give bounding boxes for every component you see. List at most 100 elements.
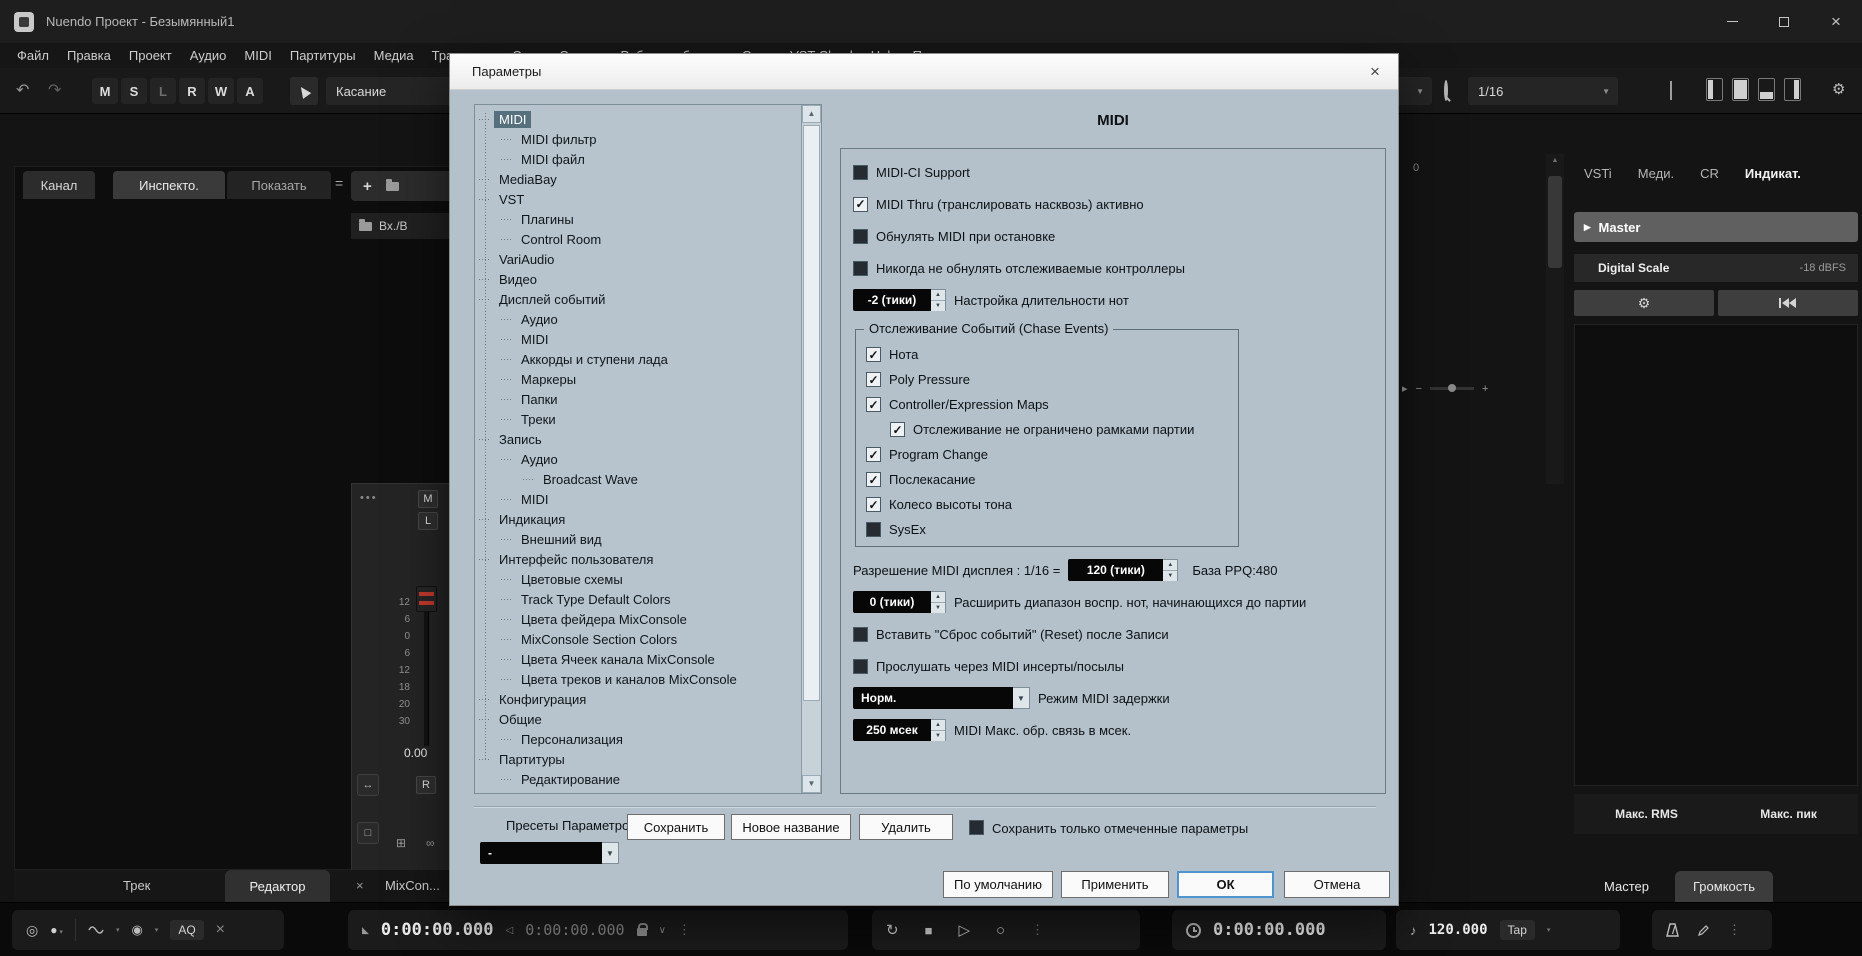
tree-item[interactable]: Track Type Default Colors — [475, 589, 801, 609]
tree-item[interactable]: MixConsole Section Colors — [475, 629, 801, 649]
tree-item[interactable]: Интерфейс пользователя — [475, 549, 801, 569]
scroll-down-button[interactable]: ▼ — [802, 775, 821, 793]
spinner-value[interactable]: -2 (тики) — [853, 289, 931, 311]
zoom-preset-icon[interactable]: ▸ — [1402, 382, 1408, 395]
tree-item[interactable]: Персонализация — [475, 729, 801, 749]
toolbar-letter-button[interactable]: M — [92, 78, 118, 104]
stop-button[interactable]: ■ — [925, 923, 933, 938]
tree-item[interactable]: VST — [475, 189, 801, 209]
zoom-slider[interactable] — [1429, 384, 1474, 392]
spinner-value[interactable]: 0 (тики) — [853, 591, 931, 613]
quantize-magnifier-icon[interactable] — [1444, 80, 1448, 101]
checkbox[interactable] — [853, 196, 868, 212]
locator-left-icon[interactable]: ◣ — [362, 925, 369, 936]
right-bottom-tab[interactable]: Громкость — [1674, 871, 1773, 902]
record-mode-icon[interactable]: ● ▾ — [50, 923, 63, 937]
undo-icon[interactable]: ↶ — [16, 80, 29, 100]
master-channel-header[interactable]: ▸ Master — [1574, 212, 1858, 242]
tree-item[interactable]: Цвета фейдера MixConsole — [475, 609, 801, 629]
audio-quantize-button[interactable]: AQ — [170, 920, 204, 940]
time-format-icon[interactable] — [1186, 922, 1201, 938]
meter-reset-button[interactable] — [1718, 290, 1858, 316]
apply-button[interactable]: Применить — [1061, 871, 1169, 898]
left-zone-toggle-icon[interactable] — [1706, 78, 1723, 101]
primary-time-display[interactable]: 0:00:00.000 — [381, 920, 494, 940]
tab-visibility[interactable]: Показать — [227, 171, 331, 199]
chevron-down-icon[interactable]: ▼ — [602, 842, 619, 864]
scrollbar-thumb[interactable] — [1548, 176, 1562, 268]
grid-icon[interactable] — [1670, 81, 1672, 100]
tree-item[interactable]: Маркеры — [475, 369, 801, 389]
tab-channel[interactable]: Канал — [23, 171, 95, 199]
checkbox[interactable] — [866, 447, 881, 462]
ok-button[interactable]: ОК — [1177, 871, 1274, 898]
more-options-icon[interactable]: ••• — [360, 492, 378, 504]
more-options-icon[interactable]: ⋮ — [1031, 922, 1044, 938]
tree-item[interactable]: Цвета треков и каналов MixConsole — [475, 669, 801, 689]
zoom-out-icon[interactable]: − — [1416, 383, 1422, 395]
tree-item[interactable]: Control Room — [475, 229, 801, 249]
toolbar-letter-button[interactable]: R — [179, 78, 205, 104]
tempo-value[interactable]: 120.000 — [1429, 922, 1488, 938]
tree-item[interactable]: Индикация — [475, 509, 801, 529]
mute-button[interactable]: M — [418, 490, 438, 508]
read-automation-button[interactable]: R — [416, 776, 436, 794]
time-swap-icon[interactable]: ◁ — [506, 925, 514, 936]
channel-edit-icon[interactable]: □ — [357, 822, 379, 844]
panel-menu-icon[interactable]: = — [335, 175, 343, 191]
tree-item[interactable]: Аккорды и ступени лада — [475, 349, 801, 369]
meter-scale-label[interactable]: Digital Scale — [1574, 261, 1669, 275]
checkbox[interactable] — [853, 228, 868, 244]
tree-item[interactable]: MIDI фильтр — [475, 129, 801, 149]
defaults-button[interactable]: По умолчанию — [943, 871, 1053, 898]
checkbox[interactable] — [853, 164, 868, 180]
checkbox[interactable] — [866, 347, 881, 362]
tab-mixconsole[interactable]: MixCon... — [385, 878, 440, 893]
tree-item[interactable]: VariAudio — [475, 249, 801, 269]
menu-item[interactable]: Партитуры — [281, 43, 365, 68]
chevron-down-icon[interactable]: ▾ — [116, 926, 120, 934]
resolution-spinner[interactable]: 120 (тики) ▲ ▼ — [1068, 559, 1179, 581]
record-button[interactable]: ○ — [996, 922, 1005, 939]
tree-item[interactable]: Broadcast Wave — [475, 469, 801, 489]
close-button[interactable]: × — [1810, 0, 1862, 43]
tab-editor[interactable]: Редактор — [225, 870, 330, 902]
lock-icon[interactable] — [636, 923, 648, 936]
io-channels-row[interactable]: Вх./В — [351, 213, 463, 239]
minimize-button[interactable] — [1706, 0, 1758, 43]
save-preset-button[interactable]: Сохранить — [627, 814, 725, 840]
checkbox[interactable] — [866, 522, 881, 537]
meter-settings-button[interactable]: ⚙ — [1574, 290, 1714, 316]
tree-item[interactable]: MIDI — [475, 329, 801, 349]
dialog-close-button[interactable]: × — [1352, 54, 1398, 90]
toolbar-letter-button[interactable]: L — [150, 78, 176, 104]
io-routing-icon[interactable]: ↔ — [357, 774, 379, 796]
scroll-up-icon[interactable]: ▲ — [1546, 154, 1564, 168]
checkbox[interactable] — [866, 397, 881, 412]
redo-icon[interactable]: ↷ — [48, 80, 61, 100]
checkbox[interactable] — [853, 626, 868, 642]
tree-item[interactable]: Цветовые схемы — [475, 569, 801, 589]
menu-item[interactable]: Аудио — [181, 43, 236, 68]
lower-zone-toggle-icon[interactable] — [1732, 78, 1749, 101]
menu-item[interactable]: Файл — [8, 43, 58, 68]
more-options-icon[interactable]: ⋮ — [1728, 922, 1741, 938]
chevron-down-icon[interactable]: ∨ — [659, 925, 666, 936]
scrollbar-thumb[interactable] — [803, 125, 820, 701]
metronome-level-icon[interactable]: ◉ — [131, 922, 142, 938]
menu-item[interactable]: Правка — [58, 43, 120, 68]
tab-inspector[interactable]: Инспекто. — [113, 171, 225, 199]
tree-item[interactable]: Аудио — [475, 449, 801, 469]
fader-value[interactable]: 0.00 — [404, 746, 427, 760]
meter-scale-value[interactable]: -18 dBFS — [1800, 262, 1858, 274]
tree-item[interactable]: Редактирование — [475, 769, 801, 789]
toolbar-letter-button[interactable]: S — [121, 78, 147, 104]
spinner-arrows[interactable]: ▲ ▼ — [931, 591, 946, 613]
menu-item[interactable]: MIDI — [235, 43, 280, 68]
folder-icon[interactable] — [385, 178, 399, 191]
tree-item[interactable]: Партитуры — [475, 749, 801, 769]
checkbox[interactable] — [969, 820, 984, 835]
tree-item[interactable]: Общие — [475, 709, 801, 729]
delete-preset-button[interactable]: Удалить — [859, 814, 953, 840]
max-feedback-spinner[interactable]: 250 мсек ▲ ▼ — [853, 719, 946, 741]
